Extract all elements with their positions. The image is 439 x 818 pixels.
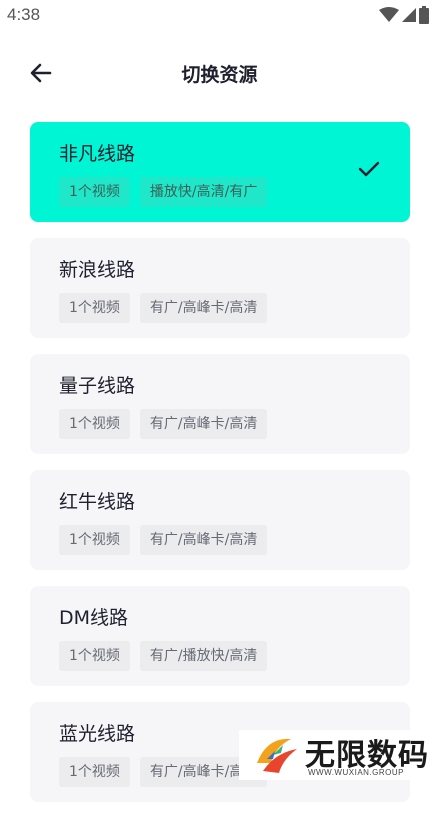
video-count-tag: 1个视频 xyxy=(59,641,130,671)
quality-tag: 有广/高峰卡/高清 xyxy=(139,409,268,439)
header: 切换资源 xyxy=(0,50,439,94)
quality-tag: 播放快/高清/有广 xyxy=(139,177,268,207)
tag-row: 1个视频 播放快/高清/有广 xyxy=(59,177,410,207)
route-card-hongniu[interactable]: 红牛线路 1个视频 有广/高峰卡/高清 xyxy=(30,470,410,570)
video-count-tag: 1个视频 xyxy=(59,293,130,323)
quality-tag: 有广/播放快/高清 xyxy=(139,641,268,671)
route-card-feifan[interactable]: 非凡线路 1个视频 播放快/高清/有广 xyxy=(30,122,410,222)
battery-icon xyxy=(419,6,429,24)
status-time: 4:38 xyxy=(7,5,41,24)
route-name: 新浪线路 xyxy=(59,259,136,281)
route-card-liangzi[interactable]: 量子线路 1个视频 有广/高峰卡/高清 xyxy=(30,354,410,454)
wifi-icon xyxy=(379,7,399,22)
tag-row: 1个视频 有广/高峰卡/高清 xyxy=(59,409,410,439)
video-count-tag: 1个视频 xyxy=(59,177,130,207)
status-icons xyxy=(379,6,429,24)
video-count-tag: 1个视频 xyxy=(59,409,130,439)
watermark: 无限数码 WWW.WUXIAN.GROUP xyxy=(239,730,439,780)
route-card-xinlang[interactable]: 新浪线路 1个视频 有广/高峰卡/高清 xyxy=(30,238,410,338)
tag-row: 1个视频 有广/高峰卡/高清 xyxy=(59,293,410,323)
video-count-tag: 1个视频 xyxy=(59,757,130,787)
route-name: DM线路 xyxy=(59,607,129,629)
check-icon xyxy=(358,161,380,177)
wuxian-logo-icon xyxy=(257,738,297,773)
route-card-dm[interactable]: DM线路 1个视频 有广/播放快/高清 xyxy=(30,586,410,686)
quality-tag: 有广/高峰卡/高清 xyxy=(139,293,268,323)
route-name: 量子线路 xyxy=(59,375,136,397)
route-name: 红牛线路 xyxy=(59,491,136,513)
quality-tag: 有广/高峰卡/高清 xyxy=(139,525,268,555)
status-bar: 4:38 xyxy=(0,0,439,32)
route-list: 非凡线路 1个视频 播放快/高清/有广 新浪线路 1个视频 有广/高峰卡/高清 … xyxy=(30,122,410,818)
signal-icon xyxy=(402,8,416,22)
watermark-subtext: WWW.WUXIAN.GROUP xyxy=(308,768,404,777)
tag-row: 1个视频 有广/播放快/高清 xyxy=(59,641,410,671)
tag-row: 1个视频 有广/高峰卡/高清 xyxy=(59,525,410,555)
page-title: 切换资源 xyxy=(181,64,258,86)
video-count-tag: 1个视频 xyxy=(59,525,130,555)
